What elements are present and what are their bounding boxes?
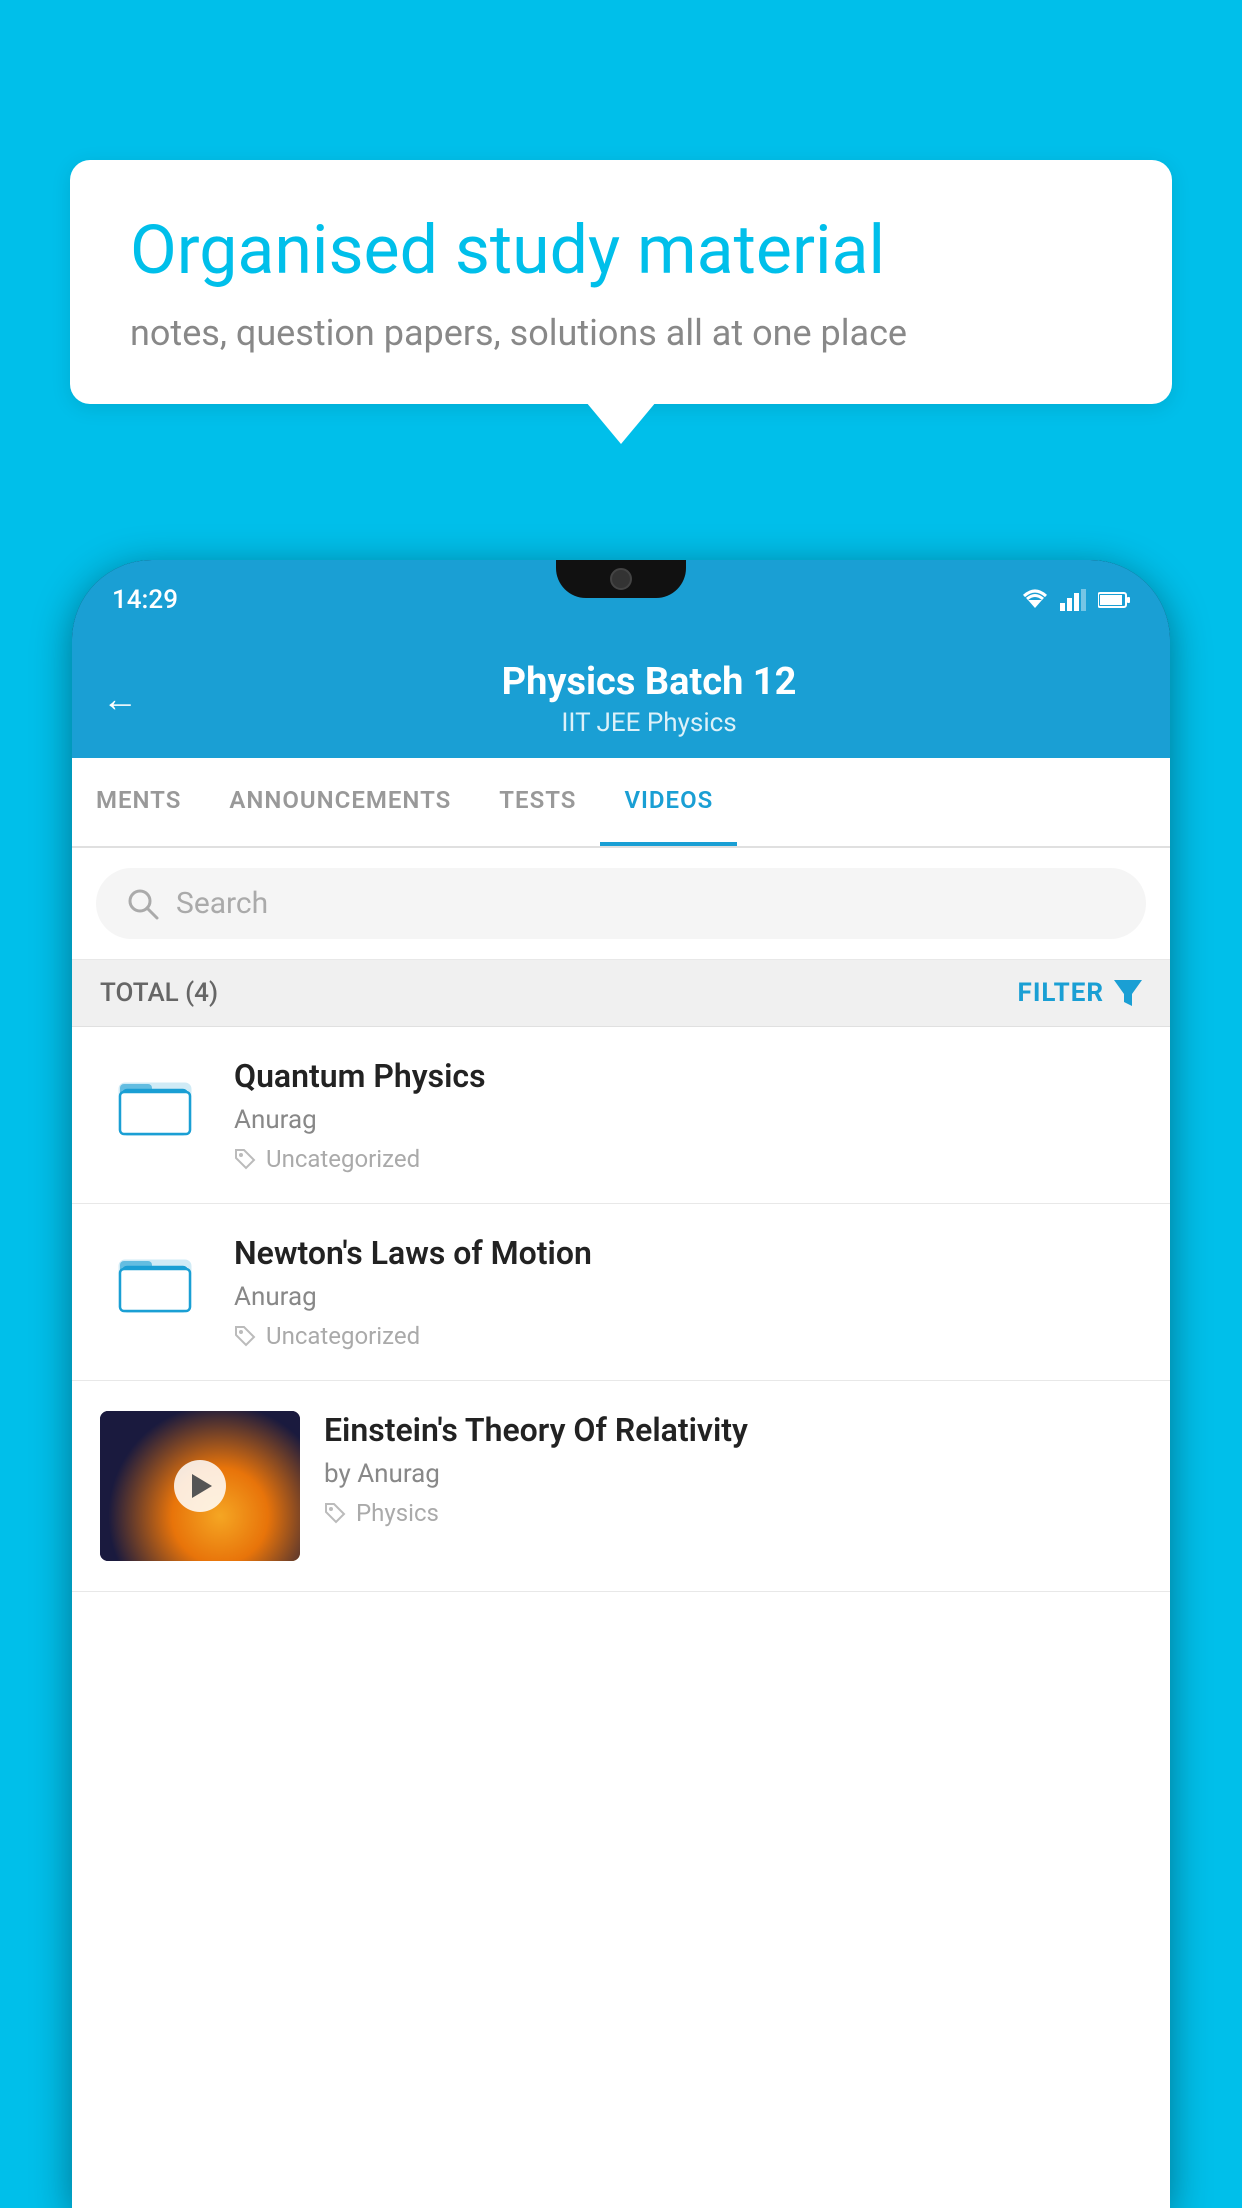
phone-frame: 14:29 ← [72,560,1170,2208]
search-container: Search [72,848,1170,960]
app-subtitle: IIT JEE Physics [158,708,1140,738]
play-button-einstein[interactable] [174,1460,226,1512]
video-author-einstein: by Anurag [324,1459,1142,1489]
video-title-einstein: Einstein's Theory Of Relativity [324,1411,1142,1449]
speech-bubble-subtitle: notes, question papers, solutions all at… [130,312,1112,354]
status-bar: 14:29 [72,560,1170,640]
phone-screen: ← Physics Batch 12 IIT JEE Physics MENTS… [72,640,1170,2208]
front-camera [610,568,632,590]
folder-thumb-quantum [100,1057,210,1147]
tag-icon-newton [234,1325,256,1347]
speech-bubble: Organised study material notes, question… [70,160,1172,404]
video-title-newton: Newton's Laws of Motion [234,1234,1142,1272]
speech-bubble-title: Organised study material [130,210,1112,292]
video-author-quantum: Anurag [234,1105,1142,1135]
battery-icon [1098,591,1130,609]
status-icons [1020,588,1130,612]
filter-button[interactable]: FILTER [1018,978,1142,1008]
app-title: Physics Batch 12 [158,660,1140,704]
search-input-wrapper[interactable]: Search [96,868,1146,939]
status-time: 14:29 [112,585,178,615]
video-item-einstein[interactable]: Einstein's Theory Of Relativity by Anura… [72,1381,1170,1592]
back-button[interactable]: ← [102,678,138,720]
app-header: ← Physics Batch 12 IIT JEE Physics [72,640,1170,758]
tab-announcements[interactable]: ANNOUNCEMENTS [205,758,475,846]
speech-bubble-container: Organised study material notes, question… [70,160,1172,404]
search-placeholder: Search [176,886,268,921]
notch [556,560,686,598]
tabs-bar: MENTS ANNOUNCEMENTS TESTS VIDEOS [72,758,1170,848]
tag-icon-quantum [234,1148,256,1170]
video-info-einstein: Einstein's Theory Of Relativity by Anura… [324,1411,1142,1527]
folder-icon-newton [115,1239,195,1319]
play-triangle-icon [192,1474,212,1498]
video-info-quantum: Quantum Physics Anurag Uncategorized [234,1057,1142,1173]
total-count: TOTAL (4) [100,978,218,1008]
video-item-quantum[interactable]: Quantum Physics Anurag Uncategorized [72,1027,1170,1204]
video-author-newton: Anurag [234,1282,1142,1312]
video-title-quantum: Quantum Physics [234,1057,1142,1095]
filter-row: TOTAL (4) FILTER [72,960,1170,1027]
video-info-newton: Newton's Laws of Motion Anurag Uncategor… [234,1234,1142,1350]
tag-icon-einstein [324,1502,346,1524]
signal-icon [1060,589,1088,611]
video-item-newton[interactable]: Newton's Laws of Motion Anurag Uncategor… [72,1204,1170,1381]
video-tag-quantum: Uncategorized [234,1145,1142,1173]
folder-icon-quantum [115,1062,195,1142]
search-icon [126,887,160,921]
tab-videos[interactable]: VIDEOS [600,758,737,846]
header-title-group: Physics Batch 12 IIT JEE Physics [158,660,1140,738]
video-thumb-einstein [100,1411,300,1561]
folder-thumb-newton [100,1234,210,1324]
tab-ments[interactable]: MENTS [72,758,205,846]
video-list: Quantum Physics Anurag Uncategorized [72,1027,1170,1592]
video-tag-newton: Uncategorized [234,1322,1142,1350]
wifi-icon [1020,588,1050,612]
video-tag-einstein: Physics [324,1499,1142,1527]
filter-icon [1114,980,1142,1006]
tab-tests[interactable]: TESTS [475,758,600,846]
